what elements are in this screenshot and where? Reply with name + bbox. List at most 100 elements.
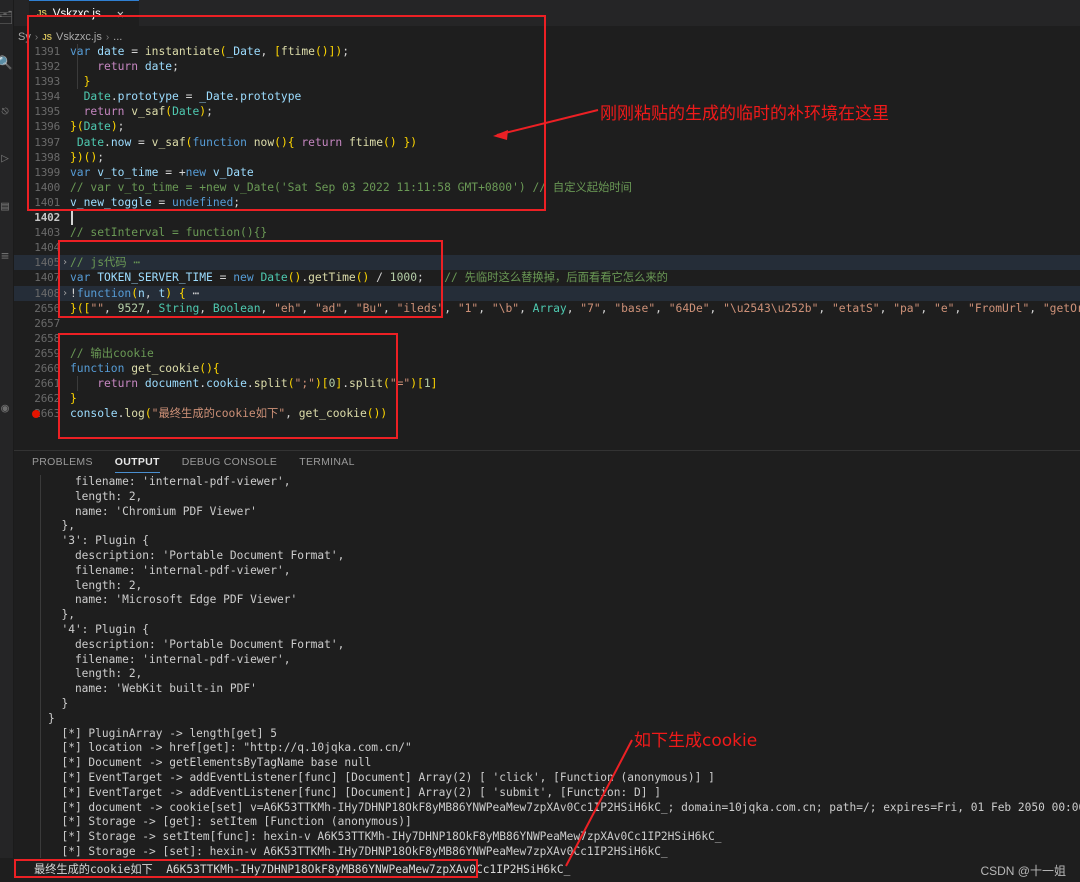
code-line[interactable]: 1398})(); bbox=[14, 150, 1080, 165]
line-number: 1397 bbox=[34, 135, 60, 149]
close-icon[interactable]: ✕ bbox=[117, 8, 124, 20]
code-text: return document.cookie.split(";")[0].spl… bbox=[97, 377, 438, 391]
chevron-right-icon: › bbox=[105, 31, 110, 43]
line-number: 1407 bbox=[34, 271, 60, 285]
output-line: name: 'WebKit built-in PDF' bbox=[48, 682, 257, 696]
line-number: 1402 bbox=[34, 211, 60, 225]
breadcrumb-root[interactable]: Sу bbox=[18, 31, 31, 43]
code-text: }(["", 9527, String, Boolean, "eh", "ad"… bbox=[70, 301, 1080, 315]
vscode-window: 🗂 🔍 ⎋ ▷ ▤ ≡ ◉ JS Vskzxc.js ✕ Sу › JS Vsk… bbox=[0, 0, 1080, 882]
code-text: var TOKEN_SERVER_TIME = new Date().getTi… bbox=[70, 271, 668, 285]
panel-tab-problems[interactable]: PROBLEMS bbox=[32, 451, 93, 473]
panel-tab-output[interactable]: OUTPUT bbox=[114, 451, 160, 473]
code-line[interactable]: 1402 bbox=[14, 210, 1080, 226]
js-file-icon: JS bbox=[37, 9, 47, 18]
explorer-icon[interactable]: 🗂 bbox=[0, 10, 14, 28]
code-line[interactable]: 2663 console.log("最终生成的cookie如下", get_coo… bbox=[14, 406, 1080, 421]
output-line: [*] PluginArray -> length[get] 5 bbox=[48, 726, 278, 740]
code-line[interactable]: 1392 return date; bbox=[14, 59, 1080, 75]
code-text: function get_cookie(){ bbox=[70, 361, 220, 375]
code-line[interactable]: 2656 }(["", 9527, String, Boolean, "eh", … bbox=[14, 301, 1080, 316]
chevron-right-icon: › bbox=[34, 31, 39, 43]
code-line[interactable]: 1396 }(Date); bbox=[14, 119, 1080, 134]
code-editor[interactable]: 1391 var date = instantiate(_Date, [ftime… bbox=[14, 44, 1080, 448]
line-number: 2662 bbox=[34, 392, 60, 406]
output-line: [*] EventTarget -> addEventListener[func… bbox=[48, 770, 715, 784]
activity-bar: 🗂 🔍 ⎋ ▷ ▤ ≡ ◉ bbox=[0, 0, 14, 858]
line-number: 1394 bbox=[34, 90, 60, 104]
final-cookie-text: 最终生成的cookie如下 A6K53TTKMh-IHy7DHNP18OkF8y… bbox=[34, 863, 571, 876]
output-line: } bbox=[48, 696, 69, 710]
panel-tab-terminal[interactable]: TERMINAL bbox=[299, 451, 355, 473]
line-number: 2660 bbox=[34, 361, 60, 375]
code-line[interactable]: 1391 var date = instantiate(_Date, [ftime… bbox=[14, 44, 1080, 60]
breadcrumb-file[interactable]: Vskzxc.js bbox=[56, 31, 102, 43]
code-line[interactable]: 1401 v_new_toggle = undefined; bbox=[14, 195, 1080, 210]
account-icon[interactable]: ◉ bbox=[0, 400, 14, 418]
text-cursor bbox=[71, 211, 73, 226]
code-text: console.log("最终生成的cookie如下", get_cookie(… bbox=[70, 407, 388, 421]
chevron-right-icon[interactable]: › bbox=[60, 255, 70, 270]
line-number: 1398 bbox=[34, 150, 60, 164]
source-control-icon[interactable]: ⎋ bbox=[0, 103, 14, 121]
annotation-note-cookie: 如下生成cookie bbox=[634, 731, 758, 751]
line-number: 1401 bbox=[34, 195, 60, 209]
code-line[interactable]: 1408 › !function(n, t) { ⋯ bbox=[14, 285, 1080, 301]
editor-tab-vskzxc[interactable]: JS Vskzxc.js ✕ bbox=[29, 0, 139, 26]
output-line: [*] location -> href[get]: "http://q.10j… bbox=[48, 741, 412, 755]
code-line[interactable]: 1404 bbox=[14, 240, 1080, 255]
code-line[interactable]: 1407 var TOKEN_SERVER_TIME = new Date().g… bbox=[14, 270, 1080, 285]
code-text: }(Date); bbox=[70, 120, 125, 134]
code-line[interactable]: 2661 return document.cookie.split(";")[0… bbox=[14, 376, 1080, 392]
breakpoint-icon[interactable] bbox=[32, 409, 40, 418]
panel-tab-strip: PROBLEMS OUTPUT DEBUG CONSOLE TERMINAL bbox=[14, 451, 1080, 473]
code-line[interactable]: 2659 // 输出cookie bbox=[14, 346, 1080, 361]
output-line: [*] document -> cookie[set] v=A6K53TTKMh… bbox=[48, 800, 1080, 814]
code-line[interactable]: 2657 bbox=[14, 316, 1080, 331]
code-line[interactable]: 1397 Date.now = v_saf(function now(){ re… bbox=[14, 135, 1080, 150]
line-number: 2656 bbox=[34, 301, 60, 315]
annotation-note-env: 刚刚粘贴的生成的临时的补环境在这里 bbox=[600, 104, 889, 124]
code-line[interactable]: 1405 ›// js代码 ⋯ bbox=[14, 255, 1080, 271]
run-debug-icon[interactable]: ▷ bbox=[0, 150, 14, 168]
output-line: '3': Plugin { bbox=[48, 534, 150, 548]
code-line[interactable]: 2662} bbox=[14, 391, 1080, 406]
line-number: 2659 bbox=[34, 346, 60, 360]
extensions-icon[interactable]: ▤ bbox=[0, 198, 14, 216]
code-line[interactable]: 2658 bbox=[14, 331, 1080, 346]
breadcrumb-symbol[interactable]: ... bbox=[113, 31, 122, 43]
output-line: description: 'Portable Document Format', bbox=[48, 637, 345, 651]
output-line: [*] Storage -> [set]: hexin-v A6K53TTKMh… bbox=[48, 844, 668, 858]
line-number: 2661 bbox=[34, 377, 60, 391]
code-text: } bbox=[83, 75, 91, 89]
code-line[interactable]: 1399 var v_to_time = +new v_Date bbox=[14, 165, 1080, 180]
code-line[interactable]: 1393 } bbox=[14, 74, 1080, 90]
code-text: var date = instantiate(_Date, [ftime()])… bbox=[70, 45, 349, 58]
output-line: name: 'Microsoft Edge PDF Viewer' bbox=[48, 593, 298, 607]
output-line: length: 2, bbox=[48, 578, 143, 592]
output-line: [*] Storage -> [get]: setItem [Function … bbox=[48, 815, 412, 829]
code-line[interactable]: 2660 function get_cookie(){ bbox=[14, 361, 1080, 376]
output-line: length: 2, bbox=[48, 489, 143, 503]
chevron-right-icon[interactable]: › bbox=[60, 286, 70, 301]
tab-label: Vskzxc.js bbox=[52, 7, 101, 20]
code-line[interactable]: 1395 return v_saf(Date); bbox=[14, 104, 1080, 119]
output-line: } bbox=[48, 711, 55, 725]
testing-icon[interactable]: ≡ bbox=[0, 248, 14, 266]
output-line: [*] Storage -> setItem[func]: hexin-v A6… bbox=[48, 830, 722, 844]
panel-tab-debug-console[interactable]: DEBUG CONSOLE bbox=[182, 451, 278, 473]
output-view[interactable]: filename: 'internal-pdf-viewer', length:… bbox=[14, 475, 1080, 858]
line-number: 1403 bbox=[34, 226, 60, 240]
output-line: filename: 'internal-pdf-viewer', bbox=[48, 563, 291, 577]
code-text: } bbox=[70, 392, 77, 406]
editor-tab-bar: JS Vskzxc.js ✕ bbox=[14, 0, 1080, 26]
code-line[interactable]: 1403 // setInterval = function(){} bbox=[14, 225, 1080, 240]
line-number: 1395 bbox=[34, 105, 60, 119]
code-line[interactable]: 1394 Date.prototype = _Date.prototype bbox=[14, 89, 1080, 104]
code-text: var v_to_time = +new v_Date bbox=[70, 165, 254, 179]
code-line[interactable]: 1400 // var v_to_time = +new v_Date('Sat … bbox=[14, 180, 1080, 195]
line-number: 1408 bbox=[34, 286, 60, 300]
js-file-icon: JS bbox=[42, 32, 52, 42]
search-icon[interactable]: 🔍 bbox=[0, 55, 14, 73]
line-number: 1396 bbox=[34, 120, 60, 134]
